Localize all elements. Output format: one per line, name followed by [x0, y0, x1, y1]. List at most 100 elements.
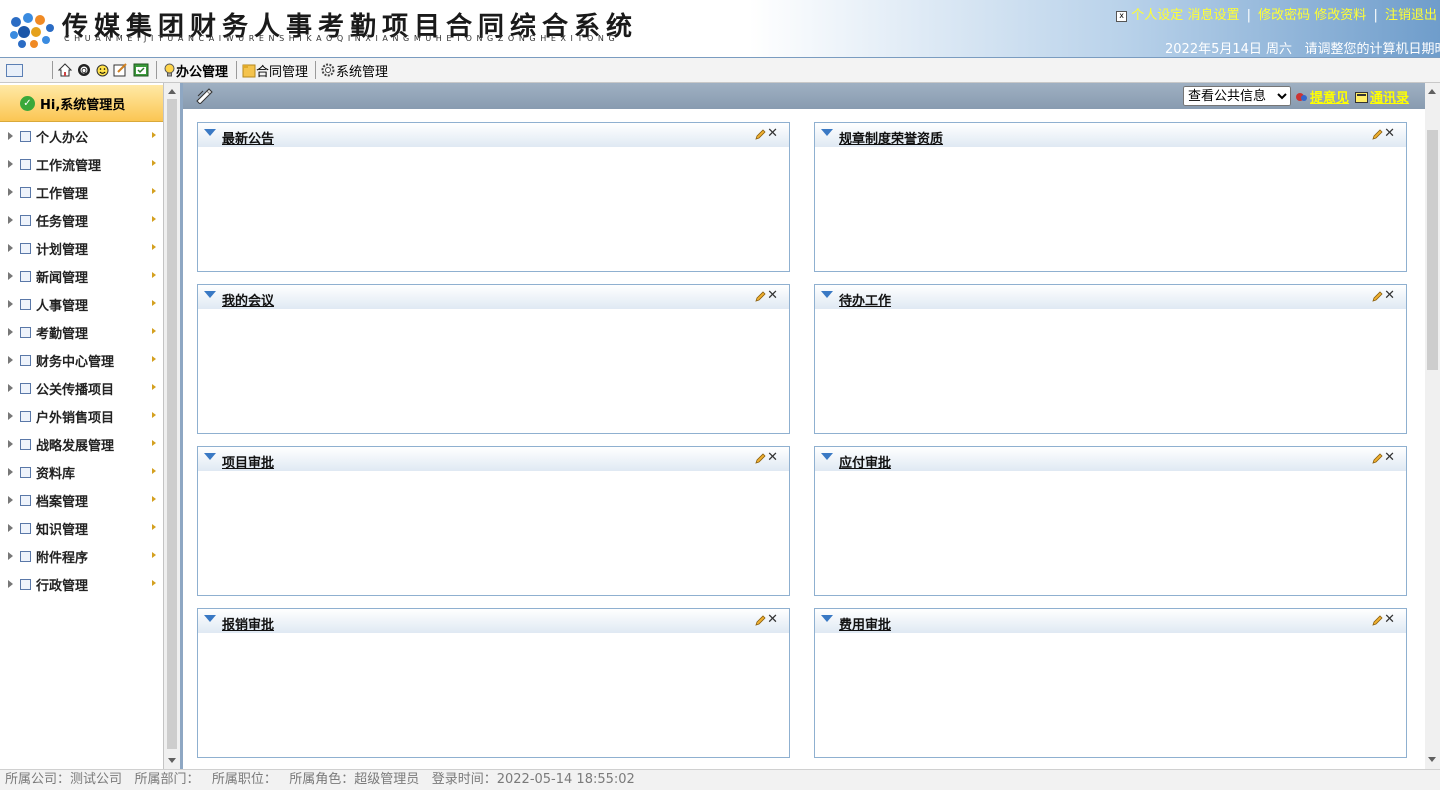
expand-arrow-icon[interactable]	[8, 440, 13, 448]
personal-settings-link[interactable]: 个人设定	[1131, 8, 1183, 23]
expand-arrow-icon[interactable]	[8, 328, 13, 336]
office-management-menu[interactable]: 办公管理	[163, 61, 228, 80]
edit-icon[interactable]	[1372, 291, 1383, 302]
portlet-title[interactable]: 待办工作	[839, 290, 891, 309]
logout-link[interactable]: 注销退出	[1385, 8, 1437, 23]
scroll-up-icon[interactable]	[168, 89, 176, 94]
close-icon[interactable]: ✕	[1384, 450, 1395, 466]
collapse-icon[interactable]	[821, 453, 833, 460]
collapse-icon[interactable]	[821, 129, 833, 136]
message-settings-link[interactable]: 消息设置	[1187, 8, 1239, 23]
collapse-icon[interactable]	[821, 615, 833, 622]
expand-arrow-icon[interactable]	[8, 272, 13, 280]
close-icon[interactable]: ✕	[1384, 612, 1395, 628]
sidebar-item[interactable]: 考勤管理	[0, 321, 163, 343]
expand-arrow-icon[interactable]	[8, 300, 13, 308]
sidebar-item-label: 户外销售项目	[36, 410, 115, 426]
expand-arrow-icon[interactable]	[8, 132, 13, 140]
toggle-frame-button[interactable]	[6, 61, 23, 79]
sidebar-item[interactable]: 知识管理	[0, 517, 163, 539]
collapse-icon[interactable]	[204, 615, 216, 622]
main-scrollbar[interactable]	[1425, 83, 1440, 769]
sidebar-item[interactable]: 附件程序	[0, 545, 163, 567]
close-icon[interactable]: ✕	[1384, 126, 1395, 142]
sidebar-item[interactable]: 户外销售项目	[0, 405, 163, 427]
sidebar-item[interactable]: 人事管理	[0, 293, 163, 315]
collapse-icon[interactable]	[204, 129, 216, 136]
close-icon[interactable]: ✕	[767, 126, 778, 142]
contract-management-menu[interactable]: 合同管理	[242, 61, 308, 80]
sidebar-item[interactable]: 新闻管理	[0, 265, 163, 287]
expand-arrow-icon[interactable]	[8, 496, 13, 504]
sidebar-scrollbar[interactable]	[164, 83, 180, 769]
public-info-select[interactable]: 查看公共信息	[1183, 86, 1291, 106]
scroll-up-icon[interactable]	[1428, 89, 1436, 94]
portlet-title[interactable]: 项目审批	[222, 452, 274, 471]
expand-arrow-icon[interactable]	[8, 384, 13, 392]
sidebar-item[interactable]: 资料库	[0, 461, 163, 483]
sidebar-item[interactable]: 公关传播项目	[0, 377, 163, 399]
collapse-icon[interactable]	[204, 291, 216, 298]
notepad-icon[interactable]	[113, 61, 128, 79]
edit-icon[interactable]	[755, 615, 766, 626]
expand-arrow-icon[interactable]	[8, 524, 13, 532]
submenu-arrow-icon	[152, 552, 156, 558]
calendar-icon[interactable]	[133, 61, 149, 79]
collapse-icon[interactable]	[821, 291, 833, 298]
edit-icon[interactable]	[1372, 129, 1383, 140]
edit-icon[interactable]	[1372, 615, 1383, 626]
expand-arrow-icon[interactable]	[8, 356, 13, 364]
smiley-icon[interactable]	[96, 61, 109, 79]
role-label: 所属角色：	[289, 772, 355, 787]
online-users-icon[interactable]: Q	[76, 61, 92, 79]
scroll-down-icon[interactable]	[1428, 757, 1436, 762]
sidebar-item[interactable]: 任务管理	[0, 209, 163, 231]
system-management-menu[interactable]: 系统管理	[320, 61, 388, 80]
sidebar-item[interactable]: 个人办公	[0, 125, 163, 147]
contacts-link[interactable]: 通讯录	[1355, 87, 1409, 106]
sidebar-item[interactable]: 档案管理	[0, 489, 163, 511]
expand-arrow-icon[interactable]	[8, 244, 13, 252]
edit-icon[interactable]	[1372, 453, 1383, 464]
collapse-icon[interactable]	[204, 453, 216, 460]
portlet-title[interactable]: 费用审批	[839, 614, 891, 633]
expand-arrow-icon[interactable]	[8, 188, 13, 196]
expand-arrow-icon[interactable]	[8, 160, 13, 168]
scroll-thumb[interactable]	[167, 99, 177, 749]
scroll-down-icon[interactable]	[168, 758, 176, 763]
portlet-panel: 待办工作 ✕	[814, 284, 1407, 434]
edit-icon[interactable]	[755, 291, 766, 302]
home-icon[interactable]	[58, 61, 72, 79]
sidebar-item[interactable]: 战略发展管理	[0, 433, 163, 455]
expand-arrow-icon[interactable]	[8, 468, 13, 476]
expand-arrow-icon[interactable]	[8, 412, 13, 420]
portlet-title[interactable]: 应付审批	[839, 452, 891, 471]
portlet-title[interactable]: 规章制度荣誉资质	[839, 128, 943, 147]
scroll-thumb[interactable]	[1427, 130, 1438, 370]
pen-icon	[196, 88, 213, 104]
expand-arrow-icon[interactable]	[8, 216, 13, 224]
expand-arrow-icon[interactable]	[8, 552, 13, 560]
expand-arrow-icon[interactable]	[8, 580, 13, 588]
edit-profile-link[interactable]: 修改资料	[1314, 8, 1366, 23]
suggest-link[interactable]: 提意见	[1295, 87, 1349, 106]
close-small-icon[interactable]: x	[1116, 11, 1128, 22]
sidebar-item-label: 工作流管理	[36, 158, 102, 174]
portlet-title[interactable]: 最新公告	[222, 128, 274, 147]
submenu-arrow-icon	[152, 384, 156, 390]
close-icon[interactable]: ✕	[767, 450, 778, 466]
edit-icon[interactable]	[755, 129, 766, 140]
sidebar-item[interactable]: 财务中心管理	[0, 349, 163, 371]
sidebar-item[interactable]: 计划管理	[0, 237, 163, 259]
sidebar-item[interactable]: 行政管理	[0, 573, 163, 595]
sidebar-item[interactable]: 工作管理	[0, 181, 163, 203]
edit-icon[interactable]	[755, 453, 766, 464]
portlet-title[interactable]: 我的会议	[222, 290, 274, 309]
close-icon[interactable]: ✕	[767, 612, 778, 628]
close-icon[interactable]: ✕	[767, 288, 778, 304]
sidebar-item[interactable]: 工作流管理	[0, 153, 163, 175]
portlet-title[interactable]: 报销审批	[222, 614, 274, 633]
change-password-link[interactable]: 修改密码	[1258, 8, 1310, 23]
module-icon	[20, 550, 31, 562]
close-icon[interactable]: ✕	[1384, 288, 1395, 304]
